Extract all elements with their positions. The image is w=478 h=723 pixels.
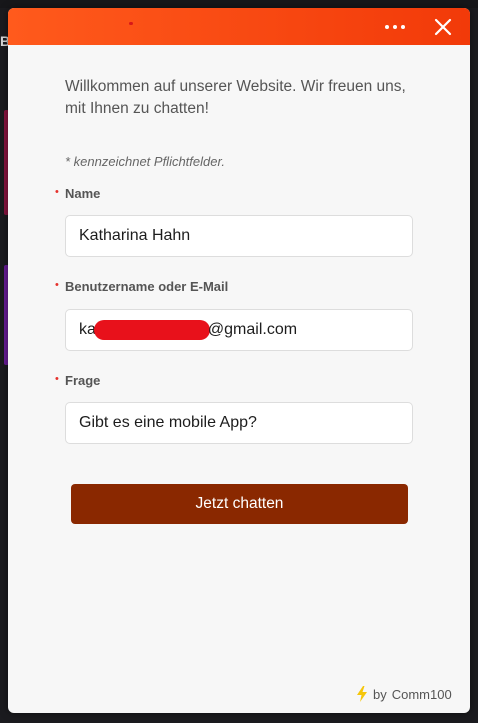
required-marker: • — [55, 279, 59, 291]
close-button[interactable] — [432, 16, 454, 38]
name-input[interactable]: Katharina Hahn — [65, 215, 413, 257]
more-horizontal-icon-dot-1 — [385, 25, 389, 29]
redaction-mark — [93, 319, 210, 340]
email-input[interactable]: ka @gmail.com — [65, 309, 413, 351]
required-fields-note: * kennzeichnet Pflichtfelder. — [65, 154, 225, 169]
start-chat-button[interactable]: Jetzt chatten — [71, 484, 408, 524]
chat-header — [8, 8, 470, 45]
more-options-button[interactable] — [381, 16, 409, 38]
question-input[interactable]: Gibt es eine mobile App? — [65, 402, 413, 444]
required-marker: • — [55, 373, 59, 385]
lightning-bolt-icon — [357, 686, 367, 702]
email-label: Benutzername oder E-Mail — [65, 279, 229, 294]
more-horizontal-icon-dot-3 — [401, 25, 405, 29]
branding-name: Comm100 — [391, 686, 452, 702]
background-partial-text: Bc — [0, 33, 8, 49]
branding-by-text: by — [373, 686, 387, 702]
chat-prechat-window: Willkommen auf unserer Website. Wir freu… — [8, 8, 470, 713]
close-icon — [434, 18, 452, 36]
more-horizontal-icon-dot-2 — [393, 25, 397, 29]
name-label: Name — [65, 186, 101, 201]
required-marker: • — [55, 186, 59, 198]
question-label: Frage — [65, 373, 101, 388]
welcome-message: Willkommen auf unserer Website. Wir freu… — [65, 78, 406, 117]
email-value-suffix: @gmail.com — [207, 321, 298, 338]
background-top-strip — [0, 0, 478, 8]
header-indicator-dot — [129, 22, 133, 25]
powered-by-branding[interactable]: by Comm100 — [356, 684, 452, 704]
